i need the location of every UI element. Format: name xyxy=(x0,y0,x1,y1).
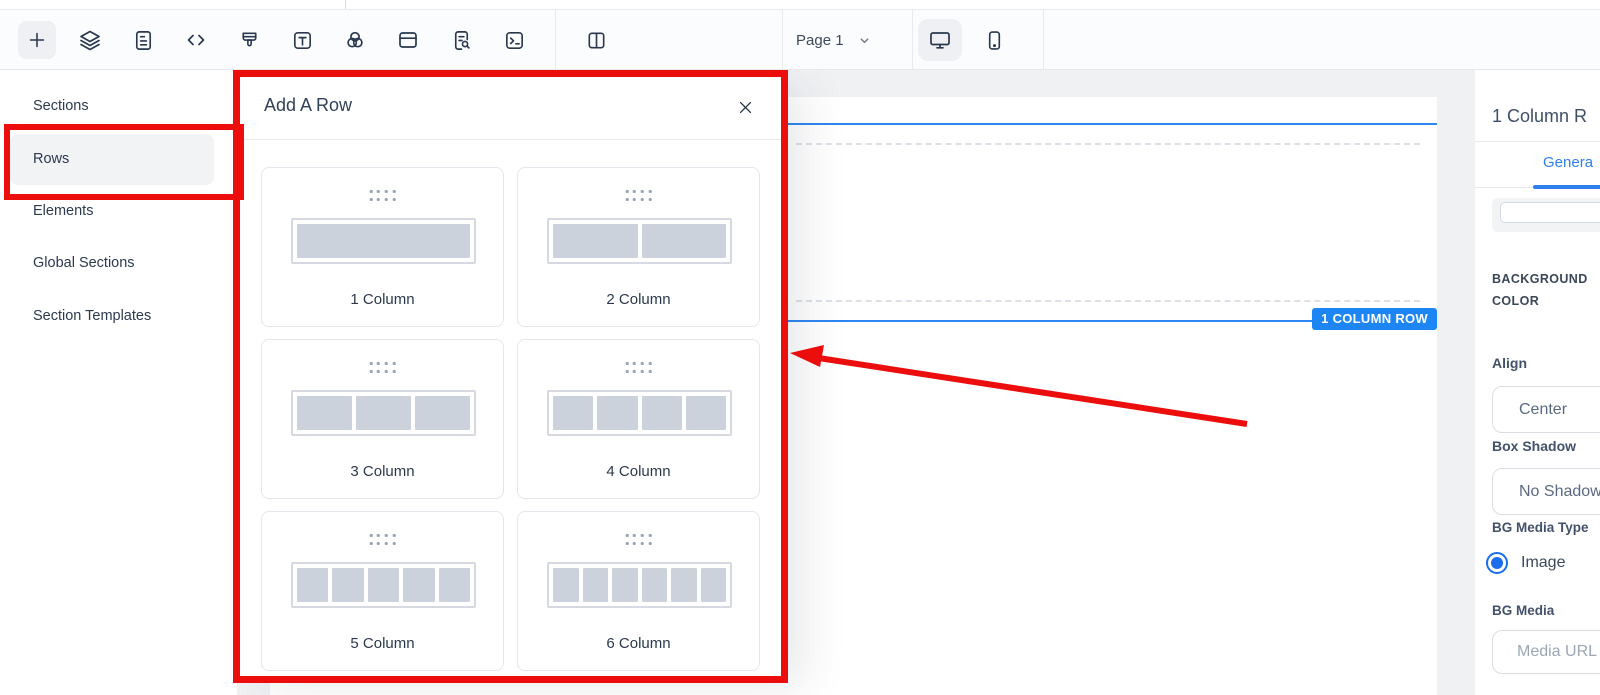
tab-active-underline xyxy=(1533,185,1600,189)
chevron-down-icon xyxy=(858,34,871,47)
paint-button[interactable] xyxy=(230,21,268,59)
close-button[interactable] xyxy=(733,95,757,119)
device-toggle-group xyxy=(918,19,1016,61)
page-selector-dropdown[interactable]: Page 1 xyxy=(796,24,871,56)
toolbar-divider xyxy=(1043,10,1044,70)
split-columns-button[interactable] xyxy=(577,21,615,59)
sidebar-item-sections[interactable]: Sections xyxy=(33,98,89,114)
row-option-label: 2 Column xyxy=(518,291,759,308)
form-button[interactable] xyxy=(124,21,162,59)
doc-search-button[interactable] xyxy=(442,21,480,59)
bg-media-type-label: BG Media Type xyxy=(1492,520,1589,535)
color-swatch-input[interactable] xyxy=(1500,202,1600,223)
drag-handle-icon xyxy=(625,190,652,201)
row-type-badge[interactable]: 1 COLUMN ROW xyxy=(1312,308,1437,330)
layers-button[interactable] xyxy=(71,21,109,59)
code-icon xyxy=(184,28,208,52)
window-top-strip xyxy=(0,0,1600,9)
drag-handle-icon xyxy=(369,362,396,373)
column-layout-thumbnail xyxy=(547,390,732,436)
modal-title: Add A Row xyxy=(264,95,352,116)
blend-circles-icon xyxy=(343,28,367,52)
sidebar-item-global-sections[interactable]: Global Sections xyxy=(33,255,135,271)
drag-handle-icon xyxy=(625,362,652,373)
row-option-label: 3 Column xyxy=(262,463,503,480)
add-row-modal: Add A Row 1 Column 2 Column 3 Column 4 C… xyxy=(240,77,781,676)
row-inner-dashed-bottom xyxy=(796,300,1420,302)
left-sidebar: Sections Rows Elements Global Sections S… xyxy=(0,70,237,695)
add-button[interactable] xyxy=(18,21,56,59)
row-option-label: 5 Column xyxy=(262,635,503,652)
drag-handle-icon xyxy=(625,534,652,545)
builder-app: 1 COLUMN ROW xyxy=(0,0,1600,695)
column-layout-thumbnail xyxy=(291,562,476,608)
panel-title: 1 Column R xyxy=(1492,106,1587,127)
toolbar-divider xyxy=(555,10,556,70)
box-shadow-value: No Shadow xyxy=(1519,483,1600,501)
browser-icon xyxy=(396,28,420,52)
radio-selected-icon xyxy=(1486,552,1508,574)
editor-toolbar: Page 1 xyxy=(0,9,1600,70)
panel-tab-bar: Genera xyxy=(1475,142,1600,188)
plus-icon xyxy=(26,29,48,51)
desktop-icon xyxy=(928,28,952,52)
settings-panel: 1 Column R Genera BACKGROUND COLOR Align… xyxy=(1475,70,1600,695)
sidebar-item-section-templates[interactable]: Section Templates xyxy=(33,308,151,324)
selected-row-outline[interactable]: 1 COLUMN ROW xyxy=(778,123,1440,322)
columns-icon xyxy=(585,29,608,52)
doc-search-icon xyxy=(450,29,473,52)
close-icon xyxy=(737,99,754,116)
blend-button[interactable] xyxy=(336,21,374,59)
terminal-icon xyxy=(503,29,526,52)
align-value: Center xyxy=(1519,401,1567,419)
row-option-label: 4 Column xyxy=(518,463,759,480)
column-layout-thumbnail xyxy=(547,218,732,264)
color-swatch-container xyxy=(1492,198,1600,232)
drag-handle-icon xyxy=(369,534,396,545)
layers-icon xyxy=(78,28,102,52)
row-option-5-column[interactable]: 5 Column xyxy=(261,511,504,671)
panel-divider-strip xyxy=(1437,70,1475,695)
column-layout-thumbnail xyxy=(291,218,476,264)
box-shadow-select[interactable]: No Shadow xyxy=(1492,468,1600,515)
page-selector-label: Page 1 xyxy=(796,32,844,49)
form-icon xyxy=(132,29,155,52)
terminal-button[interactable] xyxy=(495,21,533,59)
drag-handle-icon xyxy=(369,190,396,201)
row-option-label: 6 Column xyxy=(518,635,759,652)
modal-header: Add A Row xyxy=(240,77,781,140)
sidebar-item-rows[interactable]: Rows xyxy=(33,151,69,167)
toolbar-divider xyxy=(782,10,783,70)
paintbrush-icon xyxy=(238,29,261,52)
text-icon xyxy=(291,29,314,52)
code-button[interactable] xyxy=(177,21,215,59)
row-option-1-column[interactable]: 1 Column xyxy=(261,167,504,327)
media-url-placeholder: Media URL xyxy=(1517,643,1597,661)
row-option-2-column[interactable]: 2 Column xyxy=(517,167,760,327)
bg-media-url-input[interactable]: Media URL xyxy=(1492,630,1600,674)
row-inner-dashed-top xyxy=(796,143,1420,145)
sidebar-item-elements[interactable]: Elements xyxy=(33,203,93,219)
bg-media-label: BG Media xyxy=(1492,603,1554,618)
text-button[interactable] xyxy=(283,21,321,59)
column-layout-thumbnail xyxy=(547,562,732,608)
row-option-3-column[interactable]: 3 Column xyxy=(261,339,504,499)
toolbar-divider xyxy=(912,10,913,70)
mobile-icon xyxy=(983,29,1006,52)
row-option-label: 1 Column xyxy=(262,291,503,308)
tab-general[interactable]: Genera xyxy=(1543,154,1593,171)
tab-divider xyxy=(345,0,346,9)
align-label: Align xyxy=(1492,355,1527,371)
bg-media-type-radio-image[interactable]: Image xyxy=(1486,552,1565,574)
background-color-label: BACKGROUND COLOR xyxy=(1492,268,1600,312)
row-option-6-column[interactable]: 6 Column xyxy=(517,511,760,671)
browser-button[interactable] xyxy=(389,21,427,59)
desktop-view-button[interactable] xyxy=(918,19,962,61)
radio-option-label: Image xyxy=(1521,554,1565,572)
mobile-view-button[interactable] xyxy=(972,19,1016,61)
box-shadow-label: Box Shadow xyxy=(1492,438,1576,454)
align-select[interactable]: Center xyxy=(1492,386,1600,433)
column-layout-thumbnail xyxy=(291,390,476,436)
row-option-4-column[interactable]: 4 Column xyxy=(517,339,760,499)
